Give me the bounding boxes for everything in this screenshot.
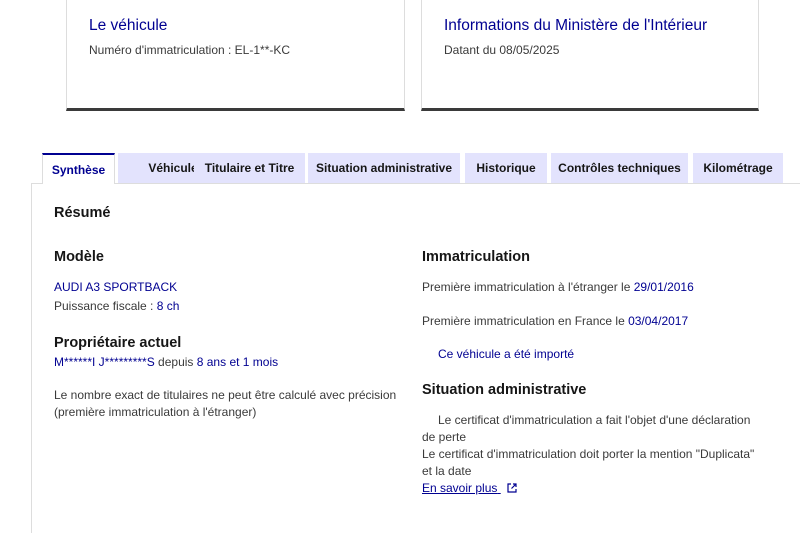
tab-controles[interactable]: Contrôles techniques xyxy=(551,153,688,183)
vehicle-card-title[interactable]: Le véhicule xyxy=(89,17,167,35)
france-registration: Première immatriculation en France le 03… xyxy=(422,313,688,330)
fiscal-label: Puissance fiscale : xyxy=(54,299,157,313)
model-name: AUDI A3 SPORTBACK xyxy=(54,280,178,294)
foreign-date: 29/01/2016 xyxy=(633,280,694,294)
summary-panel: Résumé Modèle AUDI A3 SPORTBACK Puissanc… xyxy=(31,183,800,533)
owner-name: M******I J*********S xyxy=(54,355,155,369)
imported-notice: Ce véhicule a été importé xyxy=(438,347,575,361)
plate-label: Numéro d'immatriculation : xyxy=(89,43,235,57)
learn-more-label: En savoir plus xyxy=(422,481,498,495)
plate-number: Numéro d'immatriculation : EL-1**-KC xyxy=(89,43,290,57)
admin-heading: Situation administrative xyxy=(422,382,587,398)
owner-line: M******I J*********S depuis 8 ans et 1 m… xyxy=(54,354,278,371)
ministry-date: Datant du 08/05/2025 xyxy=(444,43,560,57)
ministry-card: Informations du Ministère de l'Intérieur… xyxy=(421,0,759,111)
admin-line1: Le certificat d'immatriculation a fait l… xyxy=(438,413,751,427)
tab-situation[interactable]: Situation administrative xyxy=(308,153,460,183)
owner-note-line2: (première immatriculation à l'étranger) xyxy=(54,405,257,419)
owner-heading: Propriétaire actuel xyxy=(54,335,182,351)
plate-value: EL-1**-KC xyxy=(234,43,291,57)
france-label: Première immatriculation en France le xyxy=(422,314,629,328)
fiscal-value: 8 ch xyxy=(156,299,180,313)
learn-more-link[interactable]: En savoir plus xyxy=(422,481,517,496)
external-link-icon xyxy=(507,482,517,496)
admin-line3: Le certificat d'immatriculation doit por… xyxy=(422,447,755,461)
summary-title: Résumé xyxy=(54,205,111,221)
france-date: 03/04/2017 xyxy=(628,314,689,328)
model-heading: Modèle xyxy=(54,249,104,265)
tab-historique[interactable]: Historique xyxy=(465,153,547,183)
owner-since-label: depuis xyxy=(154,355,197,369)
foreign-registration: Première immatriculation à l'étranger le… xyxy=(422,279,694,296)
admin-line4: et la date xyxy=(422,464,472,478)
owner-since-value: 8 ans et 1 mois xyxy=(196,355,279,369)
ministry-card-title[interactable]: Informations du Ministère de l'Intérieur xyxy=(444,17,707,35)
foreign-label: Première immatriculation à l'étranger le xyxy=(422,280,634,294)
fiscal-power: Puissance fiscale : 8 ch xyxy=(54,298,179,315)
registration-heading: Immatriculation xyxy=(422,249,530,265)
tab-kilometrage[interactable]: Kilométrage xyxy=(693,153,783,183)
owner-note-line1: Le nombre exact de titulaires ne peut êt… xyxy=(54,388,397,402)
admin-line2: de perte xyxy=(422,430,467,444)
vehicle-card: Le véhicule Numéro d'immatriculation : E… xyxy=(66,0,405,111)
tab-synthese[interactable]: Synthèse xyxy=(42,153,115,184)
tab-titulaire[interactable]: Titulaire et Titre xyxy=(194,153,305,183)
